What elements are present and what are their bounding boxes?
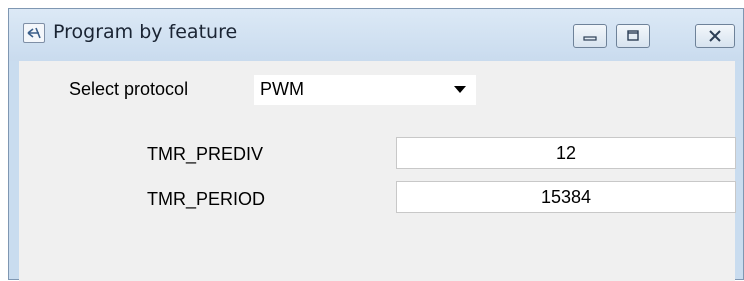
protocol-label: Select protocol <box>69 79 189 99</box>
minimize-button[interactable] <box>573 24 607 48</box>
tmr-period-label: TMR_PERIOD <box>147 189 266 209</box>
program-by-feature-window: Program by feature Select protocol PWM T… <box>8 8 744 281</box>
maximize-button[interactable] <box>616 24 650 48</box>
tmr-prediv-label: TMR_PREDIV <box>147 144 264 164</box>
close-icon <box>709 30 721 42</box>
program-app-icon[interactable] <box>23 23 45 43</box>
window-title: Program by feature <box>53 21 238 43</box>
window-client-area: Select protocol PWM TMR_PREDIV TMR_PERIO… <box>19 61 736 281</box>
close-button[interactable] <box>695 24 735 48</box>
minimize-icon <box>583 36 597 41</box>
tmr-prediv-input[interactable] <box>396 137 736 169</box>
title-bar[interactable]: Program by feature <box>9 9 743 61</box>
maximize-icon <box>627 30 639 41</box>
tmr-period-input[interactable] <box>396 181 736 213</box>
protocol-select-value: PWM <box>260 79 304 99</box>
chevron-down-icon[interactable] <box>454 86 466 93</box>
protocol-select[interactable]: PWM <box>254 75 476 105</box>
